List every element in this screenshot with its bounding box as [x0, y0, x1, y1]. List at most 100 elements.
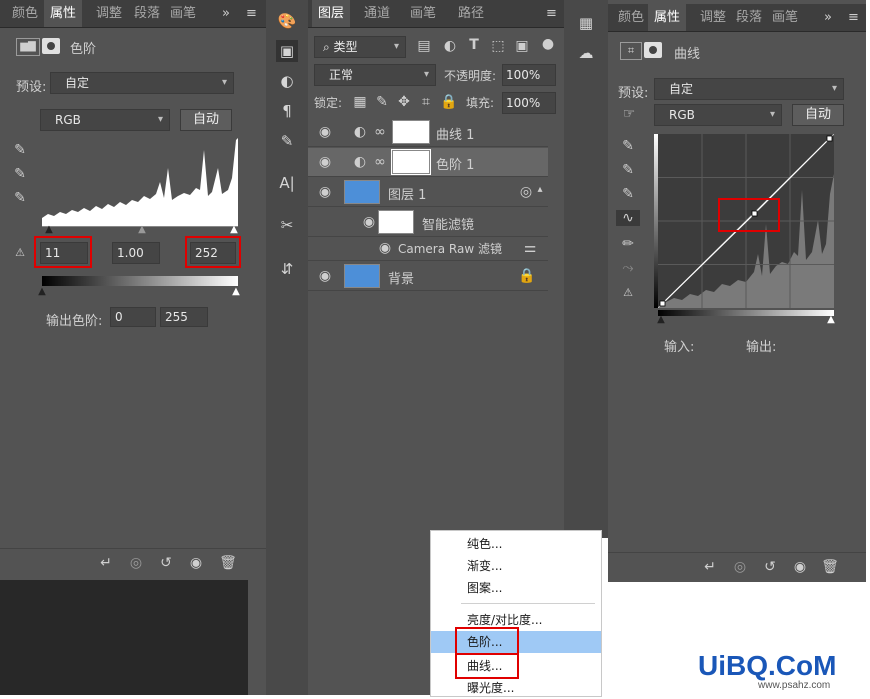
clip-to-layer-icon[interactable]: ↵ [700, 559, 720, 575]
pencil-draw-icon[interactable]: ✏ [618, 236, 638, 252]
panel-menu-icon[interactable]: ≡ [546, 6, 557, 21]
black-output-slider[interactable]: ▲ [37, 286, 47, 297]
on-image-adjust-icon[interactable]: ☞ [618, 106, 640, 122]
lock-position-icon[interactable]: ✥ [396, 94, 412, 110]
curve-edit-points-icon[interactable]: ∿ [616, 210, 640, 226]
output-white-field[interactable]: 255 [160, 307, 208, 327]
delete-trash-icon[interactable]: 🗑 [218, 555, 238, 571]
grid-icon[interactable]: ▦ [575, 12, 597, 34]
tab-adjustments[interactable]: 调整 [90, 0, 128, 27]
visibility-eye-icon[interactable]: ◉ [376, 240, 394, 256]
visibility-eye-icon[interactable]: ◉ [186, 555, 206, 571]
panel-menu-icon[interactable]: ≡ [246, 6, 257, 21]
expand-panel-icon[interactable]: » [824, 10, 832, 25]
white-input-slider[interactable]: ▲ [826, 314, 836, 325]
filter-adjustment-icon[interactable]: ◐ [442, 38, 458, 54]
visibility-eye-icon[interactable]: ◉ [790, 559, 810, 575]
smooth-curve-icon[interactable]: ⤳ [618, 260, 638, 276]
layer-row-curves[interactable]: ◉ ◐ ∞ 曲线 1 [308, 118, 548, 147]
menu-item-solid-color[interactable]: 纯色... [431, 533, 601, 555]
gray-point-eyedropper-icon[interactable]: ✎ [618, 162, 638, 178]
tab-paragraph[interactable]: 段落 [730, 4, 768, 31]
layer-thumbnail[interactable] [344, 264, 380, 288]
tab-layers[interactable]: 图层 [312, 0, 351, 27]
menu-item-gradient[interactable]: 渐变... [431, 555, 601, 577]
chain-link-icon[interactable]: ∞ [374, 124, 386, 140]
lock-transparent-icon[interactable]: ▦ [352, 94, 368, 110]
clip-to-layer-icon[interactable]: ↵ [96, 555, 116, 571]
history-icon[interactable]: ⇵ [276, 258, 298, 280]
tab-paths[interactable]: 路径 [452, 0, 490, 27]
layer-row-camera-raw[interactable]: ◉ Camera Raw 滤镜 ⚌ [308, 236, 548, 261]
filter-toggle-icon[interactable]: ● [540, 36, 556, 52]
collapse-arrow-icon[interactable]: ▴ [534, 184, 546, 195]
blend-mode-dropdown[interactable]: 正常 ▾ [314, 64, 436, 86]
adjustments-icon[interactable]: ◐ [276, 70, 298, 92]
visibility-eye-icon[interactable]: ◉ [316, 124, 334, 140]
opacity-field[interactable]: 100% [502, 64, 556, 86]
layer-mask-thumbnail[interactable] [392, 120, 430, 144]
view-previous-icon[interactable]: ◎ [730, 559, 750, 575]
white-point-eyedropper-icon[interactable]: ✎ [618, 186, 638, 202]
lock-all-icon[interactable]: 🔒 [440, 94, 457, 110]
gamma-input-slider[interactable]: ▲ [137, 224, 147, 235]
input-gamma-field[interactable]: 1.00 [112, 242, 160, 264]
gray-point-eyedropper-icon[interactable]: ✎ [10, 166, 30, 182]
filter-pixel-icon[interactable]: ▤ [416, 38, 432, 54]
white-input-slider[interactable]: ▲ [229, 224, 239, 235]
auto-button[interactable]: 自动 [180, 109, 232, 131]
filter-type-icon[interactable]: T [466, 37, 482, 53]
tab-paragraph[interactable]: 段落 [128, 0, 166, 27]
layer-row-background[interactable]: ◉ 背景 🔒 [308, 262, 548, 291]
delete-trash-icon[interactable]: 🗑 [820, 559, 840, 575]
tab-adjustments[interactable]: 调整 [694, 4, 732, 31]
reset-icon[interactable]: ↺ [760, 559, 780, 575]
tab-channels[interactable]: 通道 [358, 0, 396, 27]
smart-filter-icon[interactable]: ◎ [518, 184, 534, 200]
clipping-warning-icon[interactable]: ⚠ [8, 246, 32, 259]
visibility-eye-icon[interactable]: ◉ [360, 214, 378, 230]
channel-dropdown[interactable]: RGB ▾ [40, 109, 170, 131]
color-palette-icon[interactable]: 🎨 [276, 10, 298, 32]
mask-icon[interactable] [644, 42, 662, 58]
layer-mask-thumbnail[interactable] [391, 149, 431, 175]
auto-button[interactable]: 自动 [792, 104, 844, 126]
creative-cloud-icon[interactable]: ☁ [575, 42, 597, 64]
menu-item-pattern[interactable]: 图案... [431, 577, 601, 599]
filter-smart-object-icon[interactable]: ▣ [514, 38, 530, 54]
panel-menu-icon[interactable]: ≡ [848, 10, 859, 25]
tab-color[interactable]: 颜色 [612, 4, 650, 31]
black-input-slider[interactable]: ▲ [44, 224, 54, 235]
reset-icon[interactable]: ↺ [156, 555, 176, 571]
layer-filter-dropdown[interactable]: ⌕ 类型 ▾ [314, 36, 406, 58]
visibility-eye-icon[interactable]: ◉ [316, 154, 334, 170]
white-point-eyedropper-icon[interactable]: ✎ [10, 190, 30, 206]
black-point-eyedropper-icon[interactable]: ✎ [618, 138, 638, 154]
chain-link-icon[interactable]: ∞ [374, 154, 386, 170]
expand-panel-icon[interactable]: » [222, 6, 230, 21]
paragraph-icon[interactable]: ¶ [276, 100, 298, 122]
lock-artboard-icon[interactable]: ⌗ [418, 94, 434, 110]
tool-presets-icon[interactable]: ✂ [276, 214, 298, 236]
black-input-slider[interactable]: ▲ [656, 314, 666, 325]
channel-dropdown[interactable]: RGB ▾ [654, 104, 782, 126]
clipping-warning-icon[interactable]: ⚠ [616, 286, 640, 299]
tab-color[interactable]: 颜色 [6, 0, 44, 27]
properties-icon[interactable]: ▣ [276, 40, 298, 62]
filter-shape-icon[interactable]: ⬚ [490, 38, 506, 54]
character-icon[interactable]: A| [276, 172, 298, 194]
layer-row-levels[interactable]: ◉ ◐ ∞ 色阶 1 [308, 148, 548, 177]
preset-dropdown[interactable]: 自定 ▾ [50, 72, 234, 94]
visibility-eye-icon[interactable]: ◉ [316, 184, 334, 200]
layer-row-smart-filters[interactable]: ◉ 智能滤镜 [308, 208, 548, 237]
preset-dropdown[interactable]: 自定 ▾ [654, 78, 844, 100]
tab-properties[interactable]: 属性 [44, 0, 83, 27]
tab-brush-settings[interactable]: 画笔设 [164, 0, 208, 27]
tab-brush[interactable]: 画笔 [404, 0, 442, 27]
menu-item-exposure[interactable]: 曝光度... [431, 677, 601, 699]
black-point-eyedropper-icon[interactable]: ✎ [10, 142, 30, 158]
lock-image-icon[interactable]: ✎ [374, 94, 390, 110]
brush-icon[interactable]: ✎ [276, 130, 298, 152]
output-black-field[interactable]: 0 [110, 307, 156, 327]
layer-row-layer1[interactable]: ◉ 图层 1 ◎ ▴ [308, 178, 548, 207]
